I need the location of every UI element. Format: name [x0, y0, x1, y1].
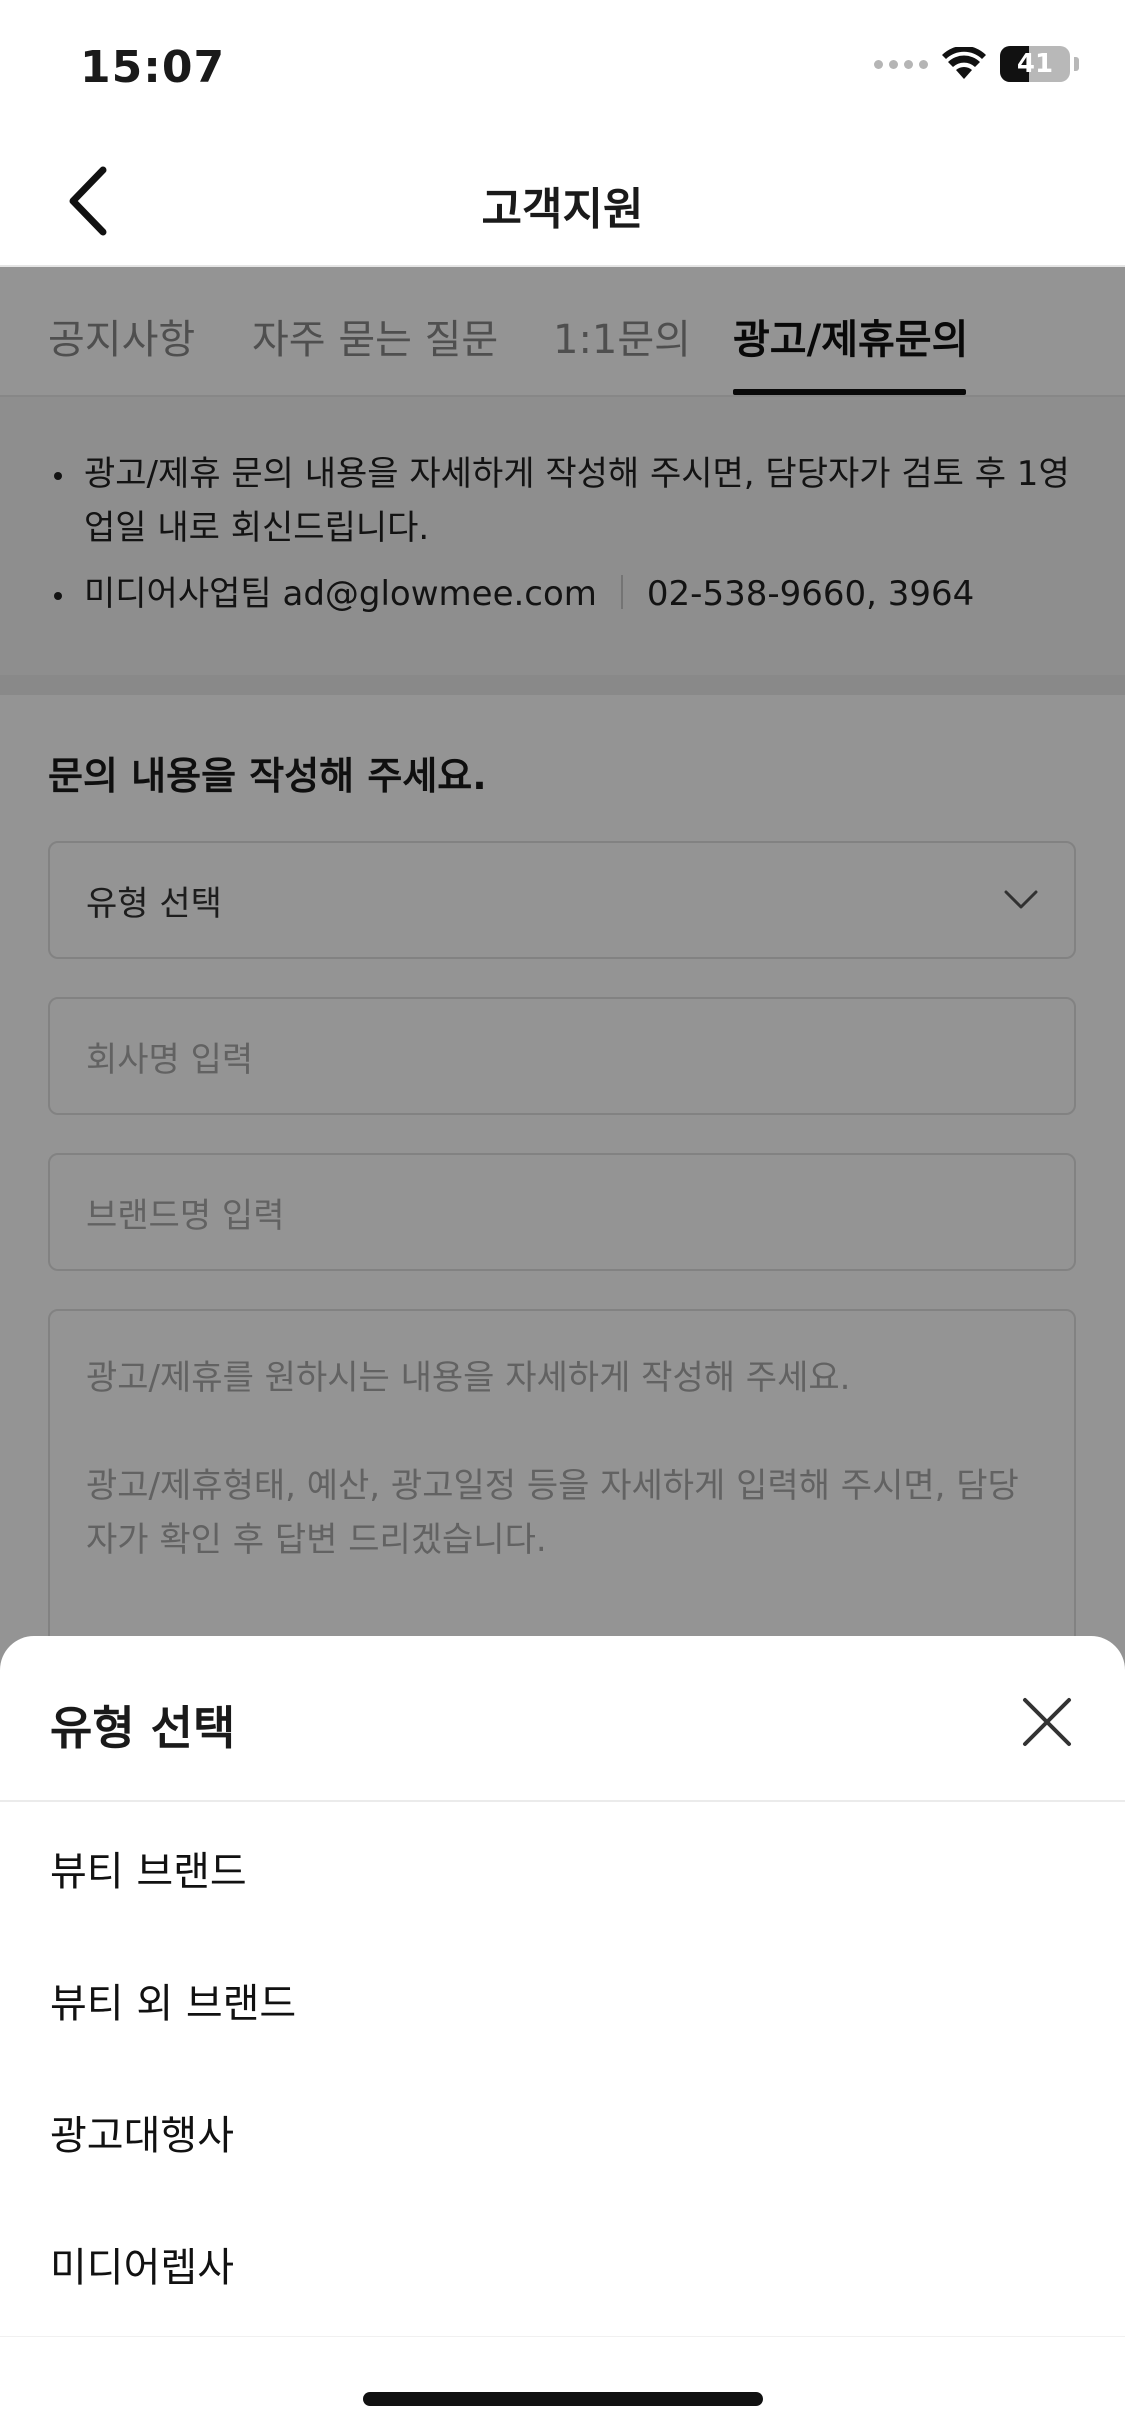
status-time: 15:07	[80, 42, 226, 93]
option-beauty-brand[interactable]: 뷰티 브랜드	[0, 1802, 1125, 1934]
option-media-rep[interactable]: 미디어렙사	[0, 2198, 1125, 2330]
battery-icon: 41	[1000, 46, 1070, 82]
home-indicator[interactable]	[363, 2392, 763, 2406]
type-select-sheet: 유형 선택 뷰티 브랜드 뷰티 외 브랜드 광고대행사 미디어렙사	[0, 1636, 1125, 2436]
option-ad-agency[interactable]: 광고대행사	[0, 2066, 1125, 2198]
battery-level: 41	[1016, 49, 1054, 79]
sheet-title: 유형 선택	[50, 1701, 236, 1755]
status-bar: 15:07 41	[0, 0, 1125, 135]
type-option-list: 뷰티 브랜드 뷰티 외 브랜드 광고대행사 미디어렙사	[0, 1802, 1125, 2330]
page-title: 고객지원	[481, 184, 644, 235]
status-icons: 41	[874, 46, 1079, 82]
home-area	[0, 2336, 1125, 2436]
sheet-header: 유형 선택	[0, 1636, 1125, 1802]
wifi-icon	[942, 47, 986, 81]
signal-icon	[874, 59, 928, 69]
close-button[interactable]	[1007, 1682, 1087, 1762]
app-header: 고객지원	[0, 135, 1125, 267]
battery-nub	[1074, 57, 1079, 71]
close-icon	[1023, 1698, 1071, 1746]
option-non-beauty-brand[interactable]: 뷰티 외 브랜드	[0, 1934, 1125, 2066]
